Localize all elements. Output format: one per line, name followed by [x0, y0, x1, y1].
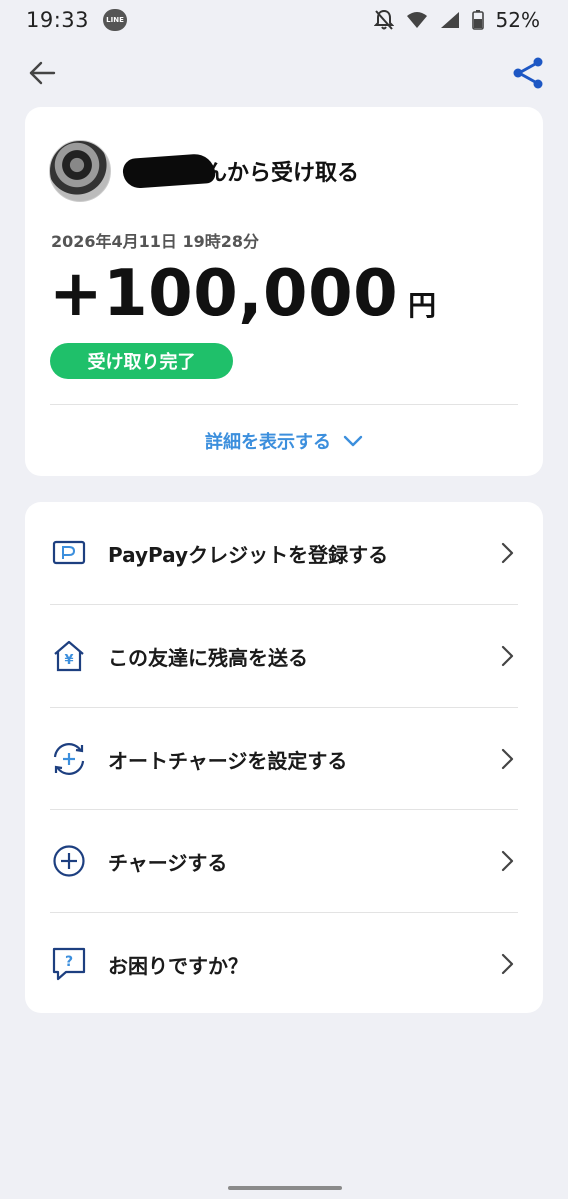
help-chat-icon: ? — [49, 944, 89, 984]
chevron-right-icon — [497, 849, 517, 873]
show-details-label: 詳細を表示する — [205, 432, 331, 453]
menu-item-auto-charge[interactable]: オートチャージを設定する — [25, 708, 543, 810]
chevron-right-icon — [497, 747, 517, 771]
svg-text:¥: ¥ — [64, 653, 73, 668]
menu-label: チャージする — [108, 850, 228, 875]
wifi-icon — [406, 12, 427, 28]
redacted-sender-name — [122, 152, 216, 190]
chevron-right-icon — [497, 644, 517, 668]
menu-label: オートチャージを設定する — [108, 748, 348, 773]
signal-icon — [440, 12, 459, 28]
menu-item-charge[interactable]: チャージする — [25, 810, 543, 912]
amount-value: +100,000 — [49, 257, 399, 331]
home-indicator[interactable] — [228, 1186, 342, 1190]
battery-percent: 52% — [495, 8, 540, 32]
share-button[interactable] — [508, 53, 548, 93]
line-notification-icon: LINE — [103, 9, 128, 31]
chevron-right-icon — [497, 952, 517, 976]
status-bar: 19:33 LINE 52% — [0, 0, 568, 40]
transaction-card: んから受け取る 2026年4月11日 19時28分 +100,000 円 受け取… — [25, 107, 543, 476]
menu-item-send-balance[interactable]: ¥ この友達に残高を送る — [25, 605, 543, 707]
chevron-down-icon — [343, 435, 363, 447]
menu-item-register-credit[interactable]: PayPayクレジットを登録する — [25, 502, 543, 604]
sender-row: んから受け取る — [49, 140, 359, 202]
transaction-datetime: 2026年4月11日 19時28分 — [51, 232, 260, 251]
amount-row: +100,000 円 — [49, 257, 436, 331]
menu-label: この友達に残高を送る — [108, 645, 308, 670]
status-right: 52% — [373, 8, 540, 32]
status-time: 19:33 — [26, 8, 90, 32]
action-menu-card: PayPayクレジットを登録する ¥ この友達に残高を送る オートチャージを設定… — [25, 502, 543, 1013]
credit-card-icon — [49, 533, 89, 573]
show-details-button[interactable]: 詳細を表示する — [25, 425, 543, 457]
sender-title: んから受け取る — [205, 161, 360, 186]
auto-charge-icon — [49, 739, 89, 779]
status-badge: 受け取り完了 — [50, 343, 233, 379]
plus-circle-icon — [49, 841, 89, 881]
status-left: 19:33 LINE — [26, 8, 128, 32]
back-button[interactable] — [22, 53, 62, 93]
bell-off-icon — [373, 9, 394, 30]
card-divider — [50, 404, 518, 405]
arrow-left-icon — [29, 61, 56, 85]
menu-label: お困りですか？ — [108, 953, 248, 978]
menu-item-help[interactable]: ? お困りですか？ — [25, 913, 543, 1015]
chevron-right-icon — [497, 541, 517, 565]
share-icon — [513, 57, 543, 89]
top-nav — [0, 48, 568, 98]
amount-currency: 円 — [408, 289, 437, 322]
menu-label: PayPayクレジットを登録する — [108, 542, 389, 567]
svg-text:?: ? — [65, 954, 73, 970]
yen-house-icon: ¥ — [49, 636, 89, 676]
sender-avatar — [49, 140, 111, 202]
battery-icon — [471, 10, 484, 30]
